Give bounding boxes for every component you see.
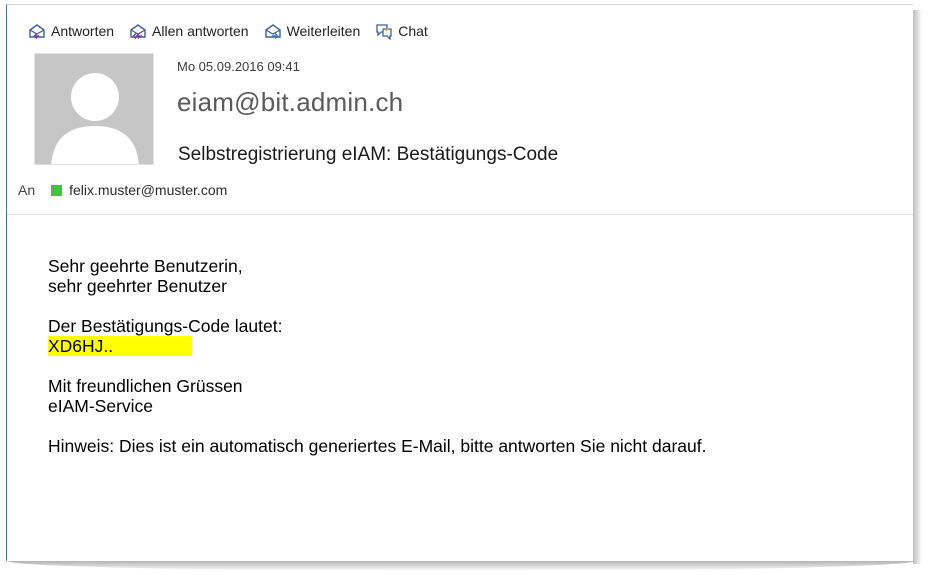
message-body: Sehr geehrte Benutzerin, sehr geehrter B… — [48, 256, 707, 456]
header-divider — [7, 214, 913, 215]
reply-icon — [29, 24, 45, 40]
chat-button[interactable]: Chat — [374, 22, 428, 40]
reply-all-label: Allen antworten — [152, 23, 249, 39]
forward-icon — [264, 24, 281, 40]
chat-label: Chat — [398, 23, 428, 39]
reply-button[interactable]: Antworten — [27, 22, 114, 40]
closing-line-1: Mit freundlichen Grüssen — [48, 376, 243, 396]
message-toolbar: Antworten Allen antworten Weiterleiten C… — [27, 19, 442, 43]
confirmation-code: XD6HJ.. — [48, 336, 192, 356]
to-label: An — [18, 182, 36, 198]
sender-avatar — [34, 53, 154, 165]
window-shadow-bottom — [8, 561, 914, 571]
message-date: Mo 05.09.2016 09:41 — [177, 59, 300, 74]
chat-icon — [376, 24, 392, 40]
reply-all-button[interactable]: Allen antworten — [128, 22, 249, 40]
recipient-address[interactable]: felix.muster@muster.com — [69, 182, 227, 198]
automatic-message-note: Hinweis: Dies ist ein automatisch generi… — [48, 436, 707, 456]
sender-address[interactable]: eiam@bit.admin.ch — [177, 87, 403, 118]
recipient-row: An felix.muster@muster.com — [18, 182, 227, 198]
closing-line-2: eIAM-Service — [48, 396, 154, 416]
greeting-line-1: Sehr geehrte Benutzerin, — [48, 256, 243, 276]
forward-label: Weiterleiten — [286, 23, 361, 39]
reply-label: Antworten — [51, 23, 115, 39]
window-shadow-right — [913, 10, 922, 564]
forward-button[interactable]: Weiterleiten — [263, 22, 361, 40]
greeting-line-2: sehr geehrter Benutzer — [48, 276, 227, 296]
reply-all-icon — [130, 24, 146, 39]
message-subject: Selbstregistrierung eIAM: Bestätigungs-C… — [178, 144, 559, 165]
person-silhouette-icon — [51, 73, 139, 164]
email-reading-pane: Antworten Allen antworten Weiterleiten C… — [6, 4, 913, 561]
presence-status-icon — [51, 184, 63, 196]
code-intro: Der Bestätigungs-Code lautet: — [48, 316, 283, 336]
